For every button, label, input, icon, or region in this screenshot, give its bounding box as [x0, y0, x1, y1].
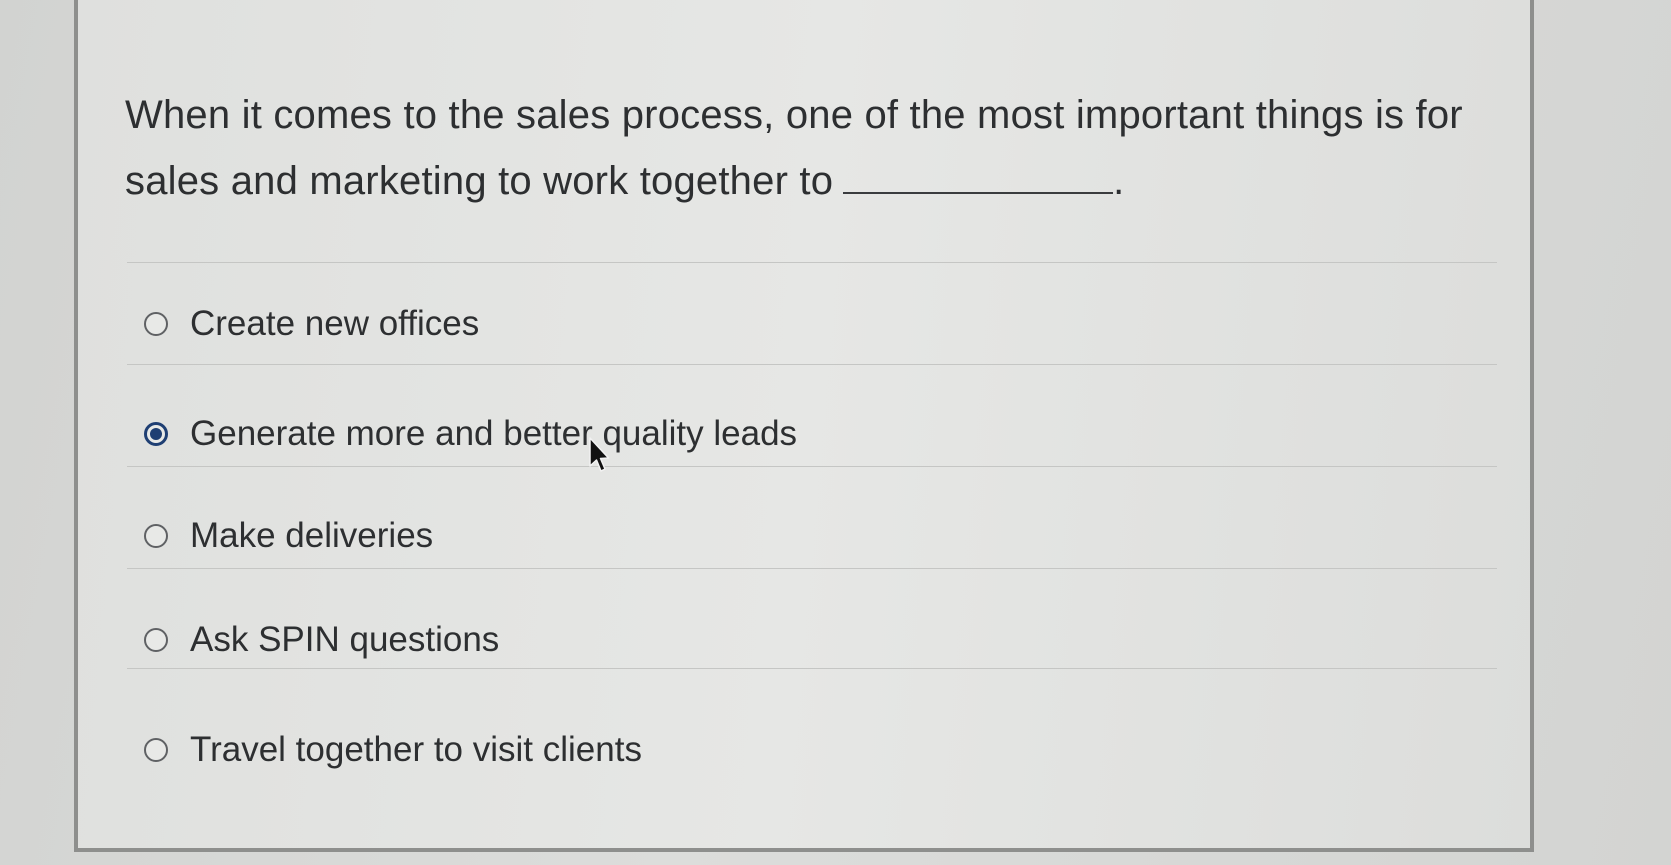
divider: [127, 466, 1497, 467]
radio-button[interactable]: [144, 312, 168, 336]
option-make-deliveries[interactable]: Make deliveries: [144, 512, 433, 560]
divider: [127, 364, 1497, 365]
radio-button[interactable]: [144, 524, 168, 548]
option-generate-leads[interactable]: Generate more and better quality leads: [144, 410, 797, 458]
option-ask-spin-questions[interactable]: Ask SPIN questions: [144, 616, 499, 664]
divider: [127, 568, 1497, 569]
option-create-new-offices[interactable]: Create new offices: [144, 300, 479, 348]
divider: [127, 262, 1497, 263]
option-label: Ask SPIN questions: [190, 620, 500, 659]
radio-button-selected[interactable]: [144, 422, 168, 446]
divider: [127, 668, 1497, 669]
radio-button[interactable]: [144, 738, 168, 762]
option-label: Create new offices: [190, 304, 480, 343]
option-label: Travel together to visit clients: [190, 730, 642, 769]
radio-button[interactable]: [144, 628, 168, 652]
option-label: Generate more and better quality leads: [190, 414, 798, 453]
question-end-punctuation: .: [1113, 159, 1125, 203]
question-text: When it comes to the sales process, one …: [125, 82, 1505, 214]
option-travel-together[interactable]: Travel together to visit clients: [144, 726, 642, 774]
answer-blank: [843, 156, 1114, 194]
option-label: Make deliveries: [190, 516, 434, 555]
question-prompt: When it comes to the sales process, one …: [125, 93, 1463, 203]
